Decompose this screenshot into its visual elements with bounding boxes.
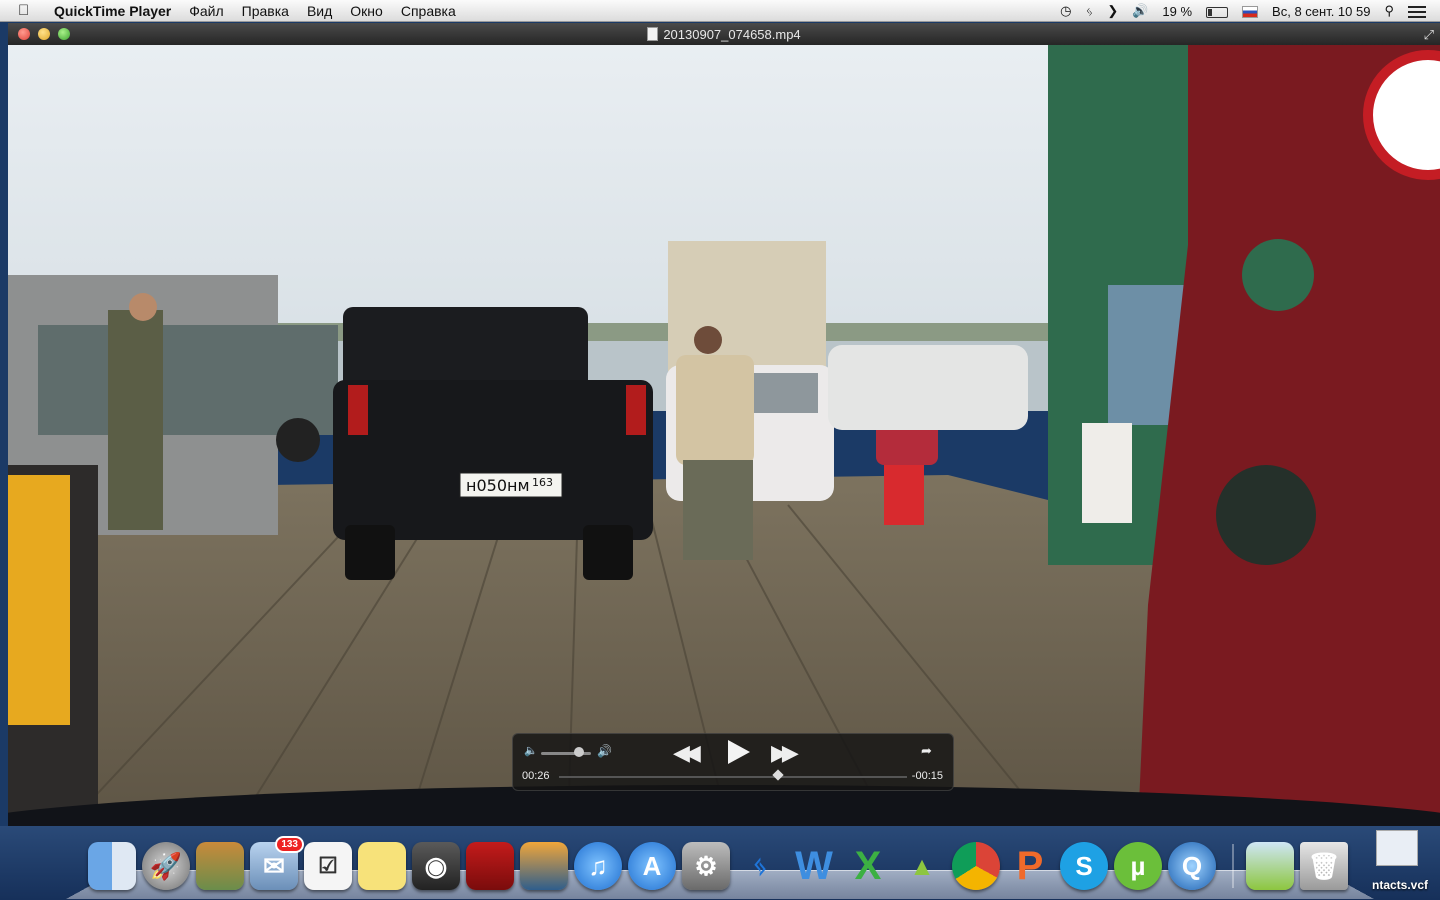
photo-booth-icon[interactable] <box>466 842 514 890</box>
clock[interactable]: Вс, 8 сент. 10 59 <box>1272 4 1370 19</box>
app-store-icon[interactable]: A <box>628 842 676 890</box>
desktop-file-label: ntacts.vcf <box>1372 878 1429 892</box>
fast-forward-button[interactable]: ▶▶ <box>771 740 799 766</box>
battery-icon[interactable] <box>1206 4 1229 19</box>
time-remaining: -00:15 <box>911 770 943 782</box>
reminders-icon[interactable]: ☑ <box>304 842 352 890</box>
play-button[interactable] <box>728 740 750 764</box>
chrome-icon[interactable] <box>952 842 1000 890</box>
minimize-button[interactable] <box>38 28 50 40</box>
timeline-scrubber[interactable] <box>559 776 907 778</box>
launchpad-icon[interactable]: 🚀 <box>142 842 190 890</box>
trash-icon[interactable]: 🗑 <box>1300 842 1348 890</box>
parked-green-car <box>38 325 338 435</box>
dock: 🚀 ✉ 133 ☑ ◉ ♫ A ⚙ ᛃ W X ▲ P S µ Q 🗑 <box>88 834 1354 890</box>
man-in-beige-jacket <box>676 355 754 465</box>
bluetooth-file-exchange-icon[interactable]: ᛃ <box>736 842 784 890</box>
quicktime-icon[interactable]: Q <box>1168 842 1216 890</box>
window-title: 20130907_074658.mp4 <box>663 26 801 42</box>
app-menu[interactable]: QuickTime Player <box>54 3 171 19</box>
battery-percent[interactable]: 19 % <box>1162 4 1192 19</box>
skype-icon[interactable]: S <box>1060 842 1108 890</box>
video-scene: н050нм 163 <box>8 45 1440 826</box>
rewind-button[interactable]: ◀◀ <box>673 740 701 766</box>
document-icon <box>647 27 659 41</box>
word-icon[interactable]: W <box>790 842 838 890</box>
license-plate-region: 163 <box>532 476 553 489</box>
white-car-right <box>828 345 1028 430</box>
window-titlebar: 20130907_074658.mp4 ⤢ <box>8 23 1440 45</box>
android-file-transfer-icon[interactable] <box>1246 842 1294 890</box>
road-sign <box>1363 50 1440 180</box>
desktop-file-vcf[interactable]: ntacts.vcf <box>1372 826 1440 900</box>
playback-controller: 🔈 🔊 ◀◀ ▶▶ ➦ 00:26 -00:15 <box>512 733 954 791</box>
finder-icon[interactable] <box>88 842 136 890</box>
share-icon[interactable]: ➦ <box>921 743 932 759</box>
fullscreen-icon[interactable]: ⤢ <box>1424 27 1434 43</box>
stickies-icon[interactable] <box>358 842 406 890</box>
notification-center-icon[interactable] <box>1408 4 1426 19</box>
image-capture-icon[interactable] <box>196 842 244 890</box>
powerpoint-icon[interactable]: P <box>1006 842 1054 890</box>
notice-paper <box>1082 423 1132 523</box>
volume-high-icon[interactable]: 🔊 <box>597 744 612 758</box>
input-source-flag-icon[interactable] <box>1242 4 1259 19</box>
spotlight-search-icon[interactable]: ⚲ <box>1384 3 1394 19</box>
menu-edit[interactable]: Правка <box>242 3 289 19</box>
dock-separator <box>1232 844 1234 888</box>
wifi-icon[interactable]: ❯ <box>1107 3 1118 19</box>
bluetooth-icon[interactable]: ᛃ <box>1086 4 1094 19</box>
iphoto-icon[interactable] <box>520 842 568 890</box>
menu-help[interactable]: Справка <box>401 3 456 19</box>
time-machine-icon[interactable]: ◷ <box>1060 3 1071 19</box>
apple-menu-icon[interactable]:  <box>18 2 38 19</box>
volume-icon[interactable]: 🔊 <box>1132 3 1148 19</box>
volume-slider-knob[interactable] <box>573 747 584 757</box>
menu-bar:  QuickTime Player Файл Правка Вид Окно … <box>0 0 1440 22</box>
excel-icon[interactable]: X <box>844 842 892 890</box>
playhead[interactable] <box>772 769 784 781</box>
truck-cargo-box <box>668 241 826 371</box>
zoom-button[interactable] <box>58 28 70 40</box>
close-button[interactable] <box>18 28 30 40</box>
itunes-icon[interactable]: ♫ <box>574 842 622 890</box>
video-frame[interactable]: н050нм 163 🔈 🔊 ◀◀ ▶▶ ➦ 00:26 -00:15 <box>8 45 1440 826</box>
android-icon[interactable]: ▲ <box>898 842 946 890</box>
menu-window[interactable]: Окно <box>350 3 383 19</box>
volume-slider[interactable] <box>541 752 591 755</box>
menu-view[interactable]: Вид <box>307 3 332 19</box>
contact-card-icon <box>1376 830 1418 866</box>
license-plate-number: н050нм <box>466 476 530 495</box>
system-preferences-icon[interactable]: ⚙ <box>682 842 730 890</box>
utorrent-icon[interactable]: µ <box>1114 842 1162 890</box>
black-pickup-bed <box>333 380 653 540</box>
volume-low-icon[interactable]: 🔈 <box>524 744 538 757</box>
facetime-icon[interactable]: ◉ <box>412 842 460 890</box>
menu-file[interactable]: Файл <box>189 3 223 19</box>
mail-badge: 133 <box>275 836 304 853</box>
man-in-camo-left <box>108 310 163 530</box>
time-elapsed: 00:26 <box>522 770 550 782</box>
mail-icon[interactable]: ✉ 133 <box>250 836 304 890</box>
